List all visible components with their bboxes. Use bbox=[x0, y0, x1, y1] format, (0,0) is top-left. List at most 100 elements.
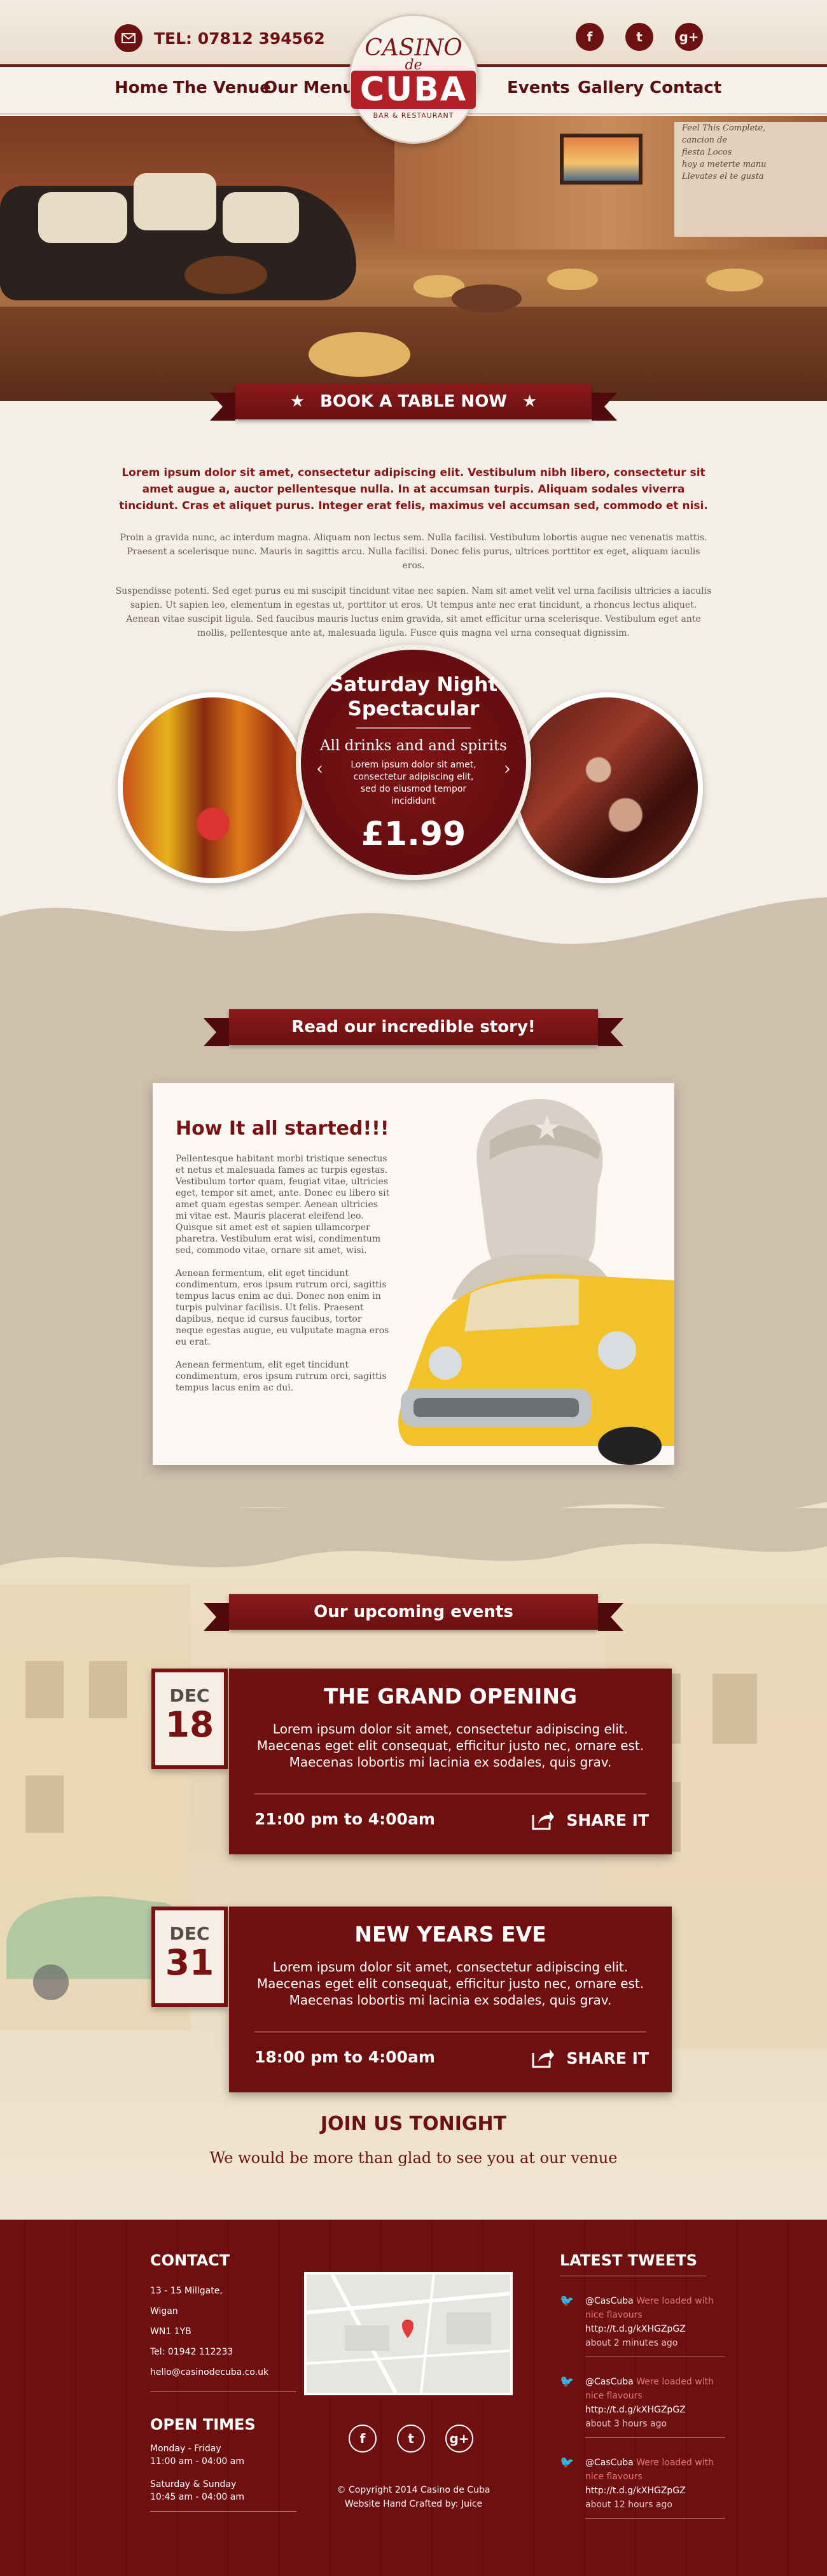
ribs-photo bbox=[512, 692, 703, 883]
contact-email[interactable]: hello@casinodecuba.co.uk bbox=[150, 2362, 303, 2383]
footer: CONTACT 13 - 15 Millgate, Wigan WN1 1YB … bbox=[0, 2220, 827, 2576]
event-day: 18 bbox=[165, 1704, 214, 1745]
hero-painting bbox=[560, 134, 643, 185]
event-title: NEW YEARS EVE bbox=[354, 1922, 546, 1947]
nav-the-venue[interactable]: The Venue bbox=[173, 78, 271, 97]
story-text: Pellentesque habitant morbi tristique se… bbox=[176, 1153, 392, 1405]
contact-phone[interactable]: Tel: 01942 112233 bbox=[150, 2342, 303, 2362]
tweet-time: about 12 hours ago bbox=[585, 2500, 672, 2510]
hero-chalkboard: Feel This Complete, cancion de fiesta Lo… bbox=[674, 122, 827, 237]
hero-stool bbox=[706, 269, 763, 291]
share-label: SHARE IT bbox=[566, 2048, 649, 2068]
join-subtitle: We would be more than glad to see you at… bbox=[209, 2149, 618, 2167]
contact-line: 13 - 15 Millgate, bbox=[150, 2286, 223, 2296]
event-card[interactable]: NEW YEARS EVE Lorem ipsum dolor sit amet… bbox=[229, 1907, 672, 2092]
hero-image: Feel This Complete, cancion de fiesta Lo… bbox=[0, 116, 827, 401]
footer-contact: CONTACT 13 - 15 Millgate, Wigan WN1 1YB … bbox=[150, 2251, 303, 2392]
tweet-time: about 3 hours ago bbox=[585, 2419, 667, 2429]
events-banner: Our upcoming events bbox=[204, 1594, 623, 1631]
divider bbox=[585, 2356, 725, 2357]
tweet-handle[interactable]: @CasCuba bbox=[585, 2377, 634, 2387]
intro-paragraph: Proin a gravida nunc, ac interdum magna.… bbox=[120, 533, 707, 571]
intro-paragraph: Suspendisse potenti. Sed eget purus eu m… bbox=[115, 586, 712, 638]
twitter-icon[interactable]: t bbox=[397, 2425, 425, 2453]
window bbox=[712, 1674, 757, 1744]
offer-title: Saturday Night Spectacular bbox=[329, 673, 498, 720]
tweet-item: 🐦 @CasCuba Were loaded with nice flavour… bbox=[560, 2294, 725, 2357]
share-label: SHARE IT bbox=[566, 1810, 649, 1830]
share-icon bbox=[532, 1811, 555, 1830]
tweet-link[interactable]: http://t.d.g/kXHGZpGZ bbox=[585, 2486, 686, 2496]
location-map[interactable] bbox=[304, 2272, 513, 2395]
phone-contact[interactable]: TEL: 07812 394562 bbox=[115, 24, 325, 52]
offer-divider bbox=[356, 727, 471, 729]
event-day: 31 bbox=[165, 1942, 214, 1983]
nav-contact[interactable]: Contact bbox=[650, 78, 721, 97]
divider bbox=[150, 2511, 296, 2512]
event-card[interactable]: THE GRAND OPENING Lorem ipsum dolor sit … bbox=[229, 1669, 672, 1854]
share-button[interactable]: SHARE IT bbox=[532, 2048, 649, 2068]
event-time: 21:00 pm to 4:00am bbox=[254, 1810, 435, 1828]
contact-line: WN1 1YB bbox=[150, 2327, 191, 2337]
nav-gallery[interactable]: Gallery bbox=[578, 78, 644, 97]
book-table-label: BOOK A TABLE NOW bbox=[320, 392, 507, 411]
offer-subtitle: All drinks and and spirits bbox=[320, 738, 507, 754]
contact-line: Wigan bbox=[150, 2306, 178, 2316]
footer-social: f t g+ bbox=[349, 2425, 473, 2453]
divider bbox=[150, 2391, 296, 2392]
hero-stool bbox=[452, 284, 522, 312]
hero-barrel bbox=[184, 256, 267, 294]
nav-our-menu[interactable]: Our Menu bbox=[263, 78, 354, 97]
event-time: 18:00 pm to 4:00am bbox=[254, 2048, 435, 2066]
story-card: How It all started!!! Pellentesque habit… bbox=[153, 1083, 674, 1465]
nav-events[interactable]: Events bbox=[507, 78, 570, 97]
envelope-icon[interactable] bbox=[115, 24, 142, 52]
story-heading: How It all started!!! bbox=[176, 1117, 389, 1140]
offer-price: £1.99 bbox=[361, 815, 466, 853]
tweet-handle[interactable]: @CasCuba bbox=[585, 2458, 634, 2468]
story-paragraph: Pellentesque habitant morbi tristique se… bbox=[176, 1154, 390, 1256]
book-table-button[interactable]: ★ BOOK A TABLE NOW ★ bbox=[210, 384, 617, 421]
map-graphic bbox=[307, 2274, 510, 2393]
board-line: Llevates el te gusta bbox=[682, 172, 764, 181]
share-button[interactable]: SHARE IT bbox=[532, 1810, 649, 1830]
nav-home[interactable]: Home bbox=[115, 78, 168, 97]
share-icon bbox=[532, 2049, 555, 2068]
event-description: Lorem ipsum dolor sit amet, consectetur … bbox=[256, 1959, 644, 2008]
logo-tagline: BAR & RESTAURANT bbox=[373, 111, 454, 120]
event-month: DEC bbox=[169, 1923, 210, 1944]
drinks-photo bbox=[118, 692, 309, 883]
yellow-car-image bbox=[398, 1274, 674, 1465]
tweet-link[interactable]: http://t.d.g/kXHGZpGZ bbox=[585, 2324, 686, 2334]
divider bbox=[585, 2437, 725, 2438]
tweet-handle[interactable]: @CasCuba bbox=[585, 2296, 634, 2306]
hero-stool bbox=[309, 332, 410, 377]
story-paragraph: Aenean fermentum, elit eget tincidunt co… bbox=[176, 1268, 389, 1347]
tweet-link[interactable]: http://t.d.g/kXHGZpGZ bbox=[585, 2405, 686, 2415]
facebook-icon[interactable]: f bbox=[576, 23, 604, 51]
contact-heading: CONTACT bbox=[150, 2251, 230, 2269]
tweet-item: 🐦 @CasCuba Were loaded with nice flavour… bbox=[560, 2375, 725, 2438]
story-banner-label: Read our incredible story! bbox=[291, 1018, 536, 1037]
event-divider bbox=[254, 2031, 646, 2033]
story-banner: Read our incredible story! bbox=[204, 1009, 623, 1046]
intro-lead: Lorem ipsum dolor sit amet, consectetur … bbox=[119, 466, 708, 512]
twitter-icon[interactable]: t bbox=[625, 23, 653, 51]
facebook-icon[interactable]: f bbox=[349, 2425, 377, 2453]
divider bbox=[585, 2518, 725, 2519]
event-divider bbox=[254, 1793, 646, 1795]
chevron-right-icon[interactable]: › bbox=[504, 758, 511, 779]
board-line: hoy a meterte manu bbox=[682, 160, 767, 169]
offer-circle: Saturday Night Spectacular All drinks an… bbox=[296, 645, 531, 880]
header-social: f t g+ bbox=[576, 23, 703, 51]
star-icon: ★ bbox=[522, 392, 538, 411]
hero-cushion bbox=[134, 173, 216, 230]
googleplus-icon[interactable]: g+ bbox=[445, 2425, 473, 2453]
logo[interactable]: CASINO de CUBA BAR & RESTAURANT bbox=[349, 14, 478, 144]
board-line: Feel This Complete, bbox=[682, 123, 766, 133]
intro-text: Lorem ipsum dolor sit amet, consectetur … bbox=[115, 465, 712, 640]
times-hours: 11:00 am - 04:00 am bbox=[150, 2456, 244, 2467]
googleplus-icon[interactable]: g+ bbox=[675, 23, 703, 51]
chevron-left-icon[interactable]: ‹ bbox=[316, 758, 323, 779]
hero-stool bbox=[547, 269, 598, 290]
